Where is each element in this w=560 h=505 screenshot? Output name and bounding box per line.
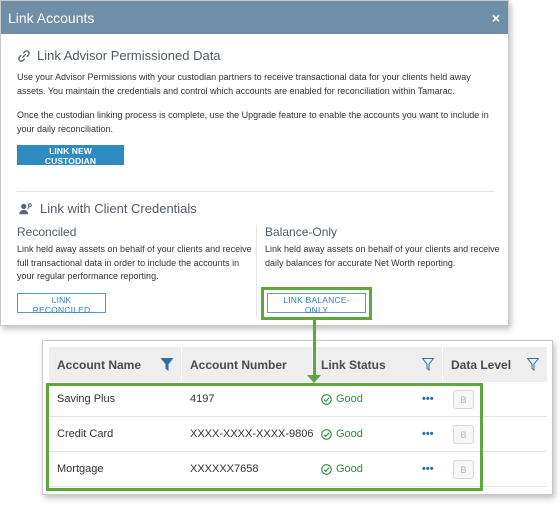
close-icon[interactable]: × xyxy=(492,11,500,25)
modal-title: Link Accounts xyxy=(8,9,95,26)
modal-header: Link Accounts × xyxy=(1,1,508,34)
link-new-custodian-button[interactable]: LINK NEW CUSTODIAN xyxy=(17,145,124,166)
table-header: Account Name Account Number Link Status … xyxy=(49,347,547,382)
section-divider xyxy=(17,191,494,192)
client-section-heading: Link with Client Credentials xyxy=(17,201,197,216)
column-label: Link Status xyxy=(321,357,386,372)
link-icon xyxy=(18,49,30,62)
link-reconciled-button[interactable]: LINK RECONCILED xyxy=(17,293,106,315)
column-header-account-name[interactable]: Account Name xyxy=(49,347,182,382)
column-separator xyxy=(256,225,257,317)
advisor-heading-text: Link Advisor Permissioned Data xyxy=(37,48,221,63)
column-label: Account Name xyxy=(57,357,142,372)
user-key-icon xyxy=(19,202,32,214)
filter-active-icon[interactable] xyxy=(161,358,173,371)
rows-highlight xyxy=(46,383,483,491)
advisor-section-heading: Link Advisor Permissioned Data xyxy=(17,48,221,63)
client-heading-text: Link with Client Credentials xyxy=(40,201,197,216)
column-label: Data Level xyxy=(451,357,512,372)
link-accounts-modal: Link Accounts × Link Advisor Permissione… xyxy=(0,0,509,326)
reconciled-description: Link held away assets on behalf of your … xyxy=(17,244,252,281)
link-balance-only-button[interactable]: LINK BALANCE-ONLY xyxy=(267,293,366,315)
advisor-paragraph-1: Use your Advisor Permissions with your c… xyxy=(17,72,471,96)
advisor-paragraph-2: Once the custodian linking process is co… xyxy=(17,110,489,134)
reconciled-title: Reconciled xyxy=(17,225,77,239)
connector-arrow-line xyxy=(313,319,316,376)
column-header-link-status[interactable]: Link Status xyxy=(313,347,443,382)
column-label: Account Number xyxy=(190,357,287,372)
connector-arrow-head xyxy=(307,375,321,383)
column-header-account-number[interactable]: Account Number xyxy=(182,347,313,382)
balance-only-description: Link held away assets on behalf of your … xyxy=(265,244,500,268)
column-header-data-level[interactable]: Data Level xyxy=(443,347,547,382)
filter-icon[interactable] xyxy=(527,358,539,371)
balance-only-title: Balance-Only xyxy=(265,225,338,239)
filter-icon[interactable] xyxy=(422,358,434,371)
